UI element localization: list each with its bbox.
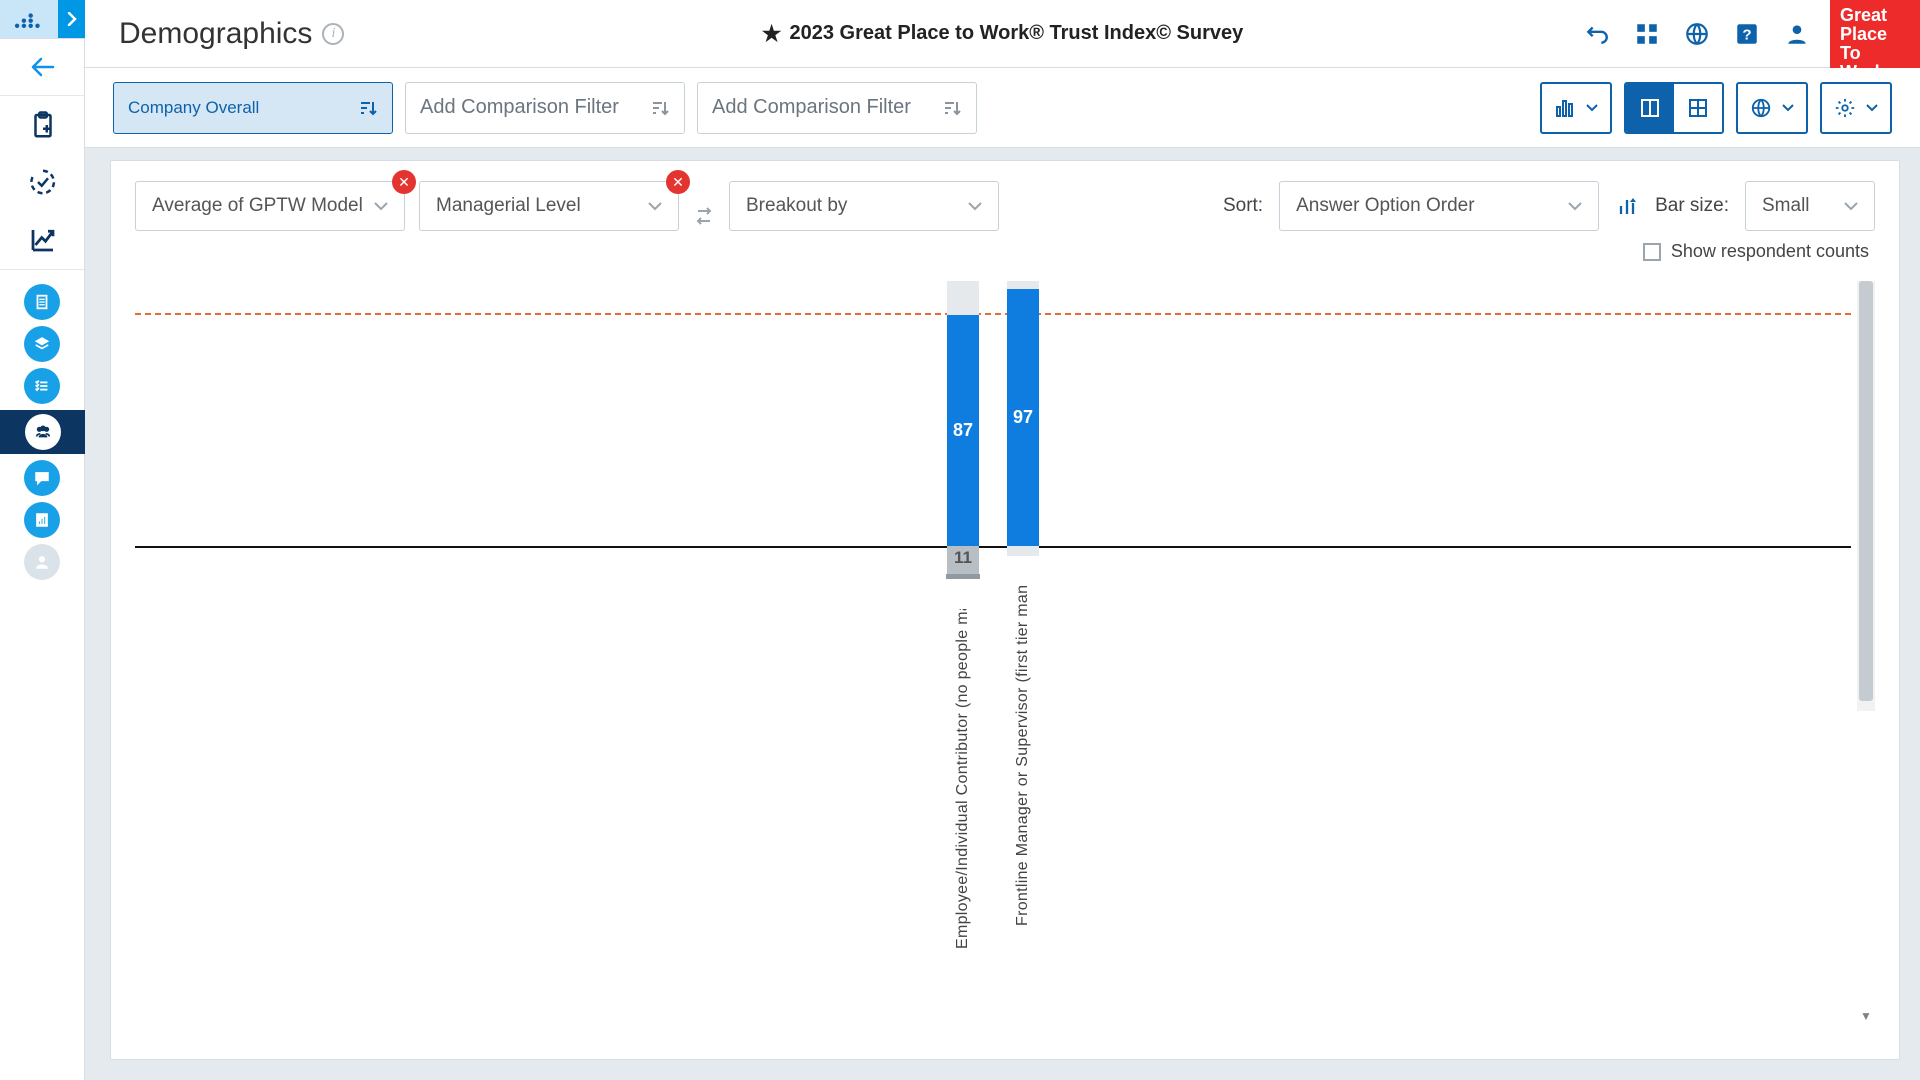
subnav-comments[interactable] bbox=[24, 460, 60, 496]
bar-size-value: Small bbox=[1762, 195, 1810, 217]
topbar: Demographics i ★ 2023 Great Place to Wor… bbox=[85, 0, 1920, 68]
subnav-reports[interactable] bbox=[24, 502, 60, 538]
sort-label: Sort: bbox=[1223, 195, 1263, 217]
rail-expand-toggle[interactable] bbox=[58, 0, 85, 38]
layout-toggle bbox=[1624, 82, 1724, 134]
add-comparison-label: Add Comparison Filter bbox=[712, 96, 911, 119]
subnav-demographics[interactable] bbox=[0, 410, 85, 454]
apps-icon[interactable] bbox=[1634, 21, 1660, 47]
language-dropdown[interactable] bbox=[1736, 82, 1808, 134]
chevron-down-icon bbox=[1586, 104, 1598, 112]
bars-container: 8711 Employee/Individual Contributor (no … bbox=[135, 281, 1851, 1035]
bar-negative-empty bbox=[1007, 546, 1039, 556]
user-icon[interactable] bbox=[1784, 21, 1810, 47]
survey-name-text: 2023 Great Place to Work® Trust Index© S… bbox=[790, 22, 1244, 45]
sort-select[interactable]: Answer Option Order bbox=[1279, 181, 1599, 231]
subnav-checklist[interactable] bbox=[24, 368, 60, 404]
layout-single[interactable] bbox=[1626, 84, 1674, 132]
chevron-down-icon bbox=[968, 202, 982, 211]
metric-select[interactable]: Average of GPTW Model ✕ bbox=[135, 181, 405, 231]
scrollbar-vertical[interactable] bbox=[1857, 281, 1875, 711]
filter-bar: Company Overall Add Comparison Filter Ad… bbox=[85, 68, 1920, 148]
help-icon[interactable]: ? bbox=[1734, 21, 1760, 47]
dimension-select[interactable]: Managerial Level ✕ bbox=[419, 181, 679, 231]
bar-positive[interactable]: 97 bbox=[1007, 289, 1039, 546]
subnav-disabled bbox=[24, 544, 60, 580]
remove-metric[interactable]: ✕ bbox=[392, 170, 416, 194]
scope-filter-label: Company Overall bbox=[128, 98, 259, 118]
subnav-statements[interactable] bbox=[24, 284, 60, 320]
sort-value: Answer Option Order bbox=[1296, 195, 1474, 217]
nav-clipboard[interactable] bbox=[0, 95, 85, 153]
globe-icon[interactable] bbox=[1684, 21, 1710, 47]
chevron-down-icon bbox=[1866, 104, 1878, 112]
main-panel: Average of GPTW Model ✕ Managerial Level… bbox=[110, 160, 1900, 1060]
scrollbar-down-icon[interactable]: ▼ bbox=[1857, 1009, 1875, 1025]
chevron-down-icon bbox=[1844, 202, 1858, 211]
chevron-down-icon bbox=[1782, 104, 1794, 112]
bar-1: 97 Frontline Manager or Supervisor (first… bbox=[1006, 281, 1040, 1035]
add-comparison-2[interactable]: Add Comparison Filter bbox=[697, 82, 977, 134]
controls-row: Average of GPTW Model ✕ Managerial Level… bbox=[111, 161, 1899, 251]
category-label: Employee/Individual Contributor (no peop… bbox=[954, 609, 972, 949]
subnav-stack[interactable] bbox=[24, 326, 60, 362]
back-button[interactable] bbox=[0, 39, 85, 95]
settings-dropdown[interactable] bbox=[1820, 82, 1892, 134]
bar-gap bbox=[1007, 281, 1039, 289]
bar-gap bbox=[947, 281, 979, 315]
dimension-label: Managerial Level bbox=[436, 195, 581, 217]
scrollbar-thumb[interactable] bbox=[1859, 281, 1873, 701]
nav-trends[interactable] bbox=[0, 211, 85, 269]
info-icon[interactable]: i bbox=[322, 23, 344, 45]
chart-area: 8711 Employee/Individual Contributor (no … bbox=[135, 281, 1875, 1035]
bar-negative[interactable]: 11 bbox=[947, 546, 979, 575]
bar-negative-cap bbox=[946, 574, 980, 579]
swap-icon[interactable] bbox=[693, 204, 715, 228]
page-title: Demographics bbox=[119, 17, 312, 51]
chevron-down-icon bbox=[374, 202, 388, 211]
star-icon: ★ bbox=[762, 21, 782, 47]
scope-filter[interactable]: Company Overall bbox=[113, 82, 393, 134]
breakout-select[interactable]: Breakout by bbox=[729, 181, 999, 231]
bar-size-label: Bar size: bbox=[1655, 195, 1729, 217]
add-comparison-1[interactable]: Add Comparison Filter bbox=[405, 82, 685, 134]
brand-dots-icon bbox=[12, 7, 46, 31]
filter-sort-icon bbox=[942, 98, 962, 118]
filter-sort-icon bbox=[358, 98, 378, 118]
metric-label: Average of GPTW Model bbox=[152, 195, 363, 217]
sort-direction-icon[interactable] bbox=[1615, 194, 1639, 218]
undo-icon[interactable] bbox=[1584, 21, 1610, 47]
show-counts-row: Show respondent counts bbox=[1643, 241, 1869, 262]
chart-type-dropdown[interactable] bbox=[1540, 82, 1612, 134]
nav-progress[interactable] bbox=[0, 153, 85, 211]
filter-sort-icon bbox=[650, 98, 670, 118]
chevron-down-icon bbox=[648, 202, 662, 211]
category-label: Frontline Manager or Supervisor (first t… bbox=[1014, 586, 1032, 926]
survey-name: ★ 2023 Great Place to Work® Trust Index©… bbox=[762, 21, 1243, 47]
show-counts-checkbox[interactable] bbox=[1643, 243, 1661, 261]
left-rail bbox=[0, 38, 85, 1080]
chevron-down-icon bbox=[1568, 202, 1582, 211]
layout-grid[interactable] bbox=[1674, 84, 1722, 132]
show-counts-label: Show respondent counts bbox=[1671, 241, 1869, 262]
bar-0: 8711 Employee/Individual Contributor (no … bbox=[946, 281, 980, 1035]
remove-dimension[interactable]: ✕ bbox=[666, 170, 690, 194]
breakout-label: Breakout by bbox=[746, 195, 847, 217]
svg-text:?: ? bbox=[1742, 26, 1751, 43]
bar-size-select[interactable]: Small bbox=[1745, 181, 1875, 231]
add-comparison-label: Add Comparison Filter bbox=[420, 96, 619, 119]
bar-positive[interactable]: 87 bbox=[947, 315, 979, 546]
